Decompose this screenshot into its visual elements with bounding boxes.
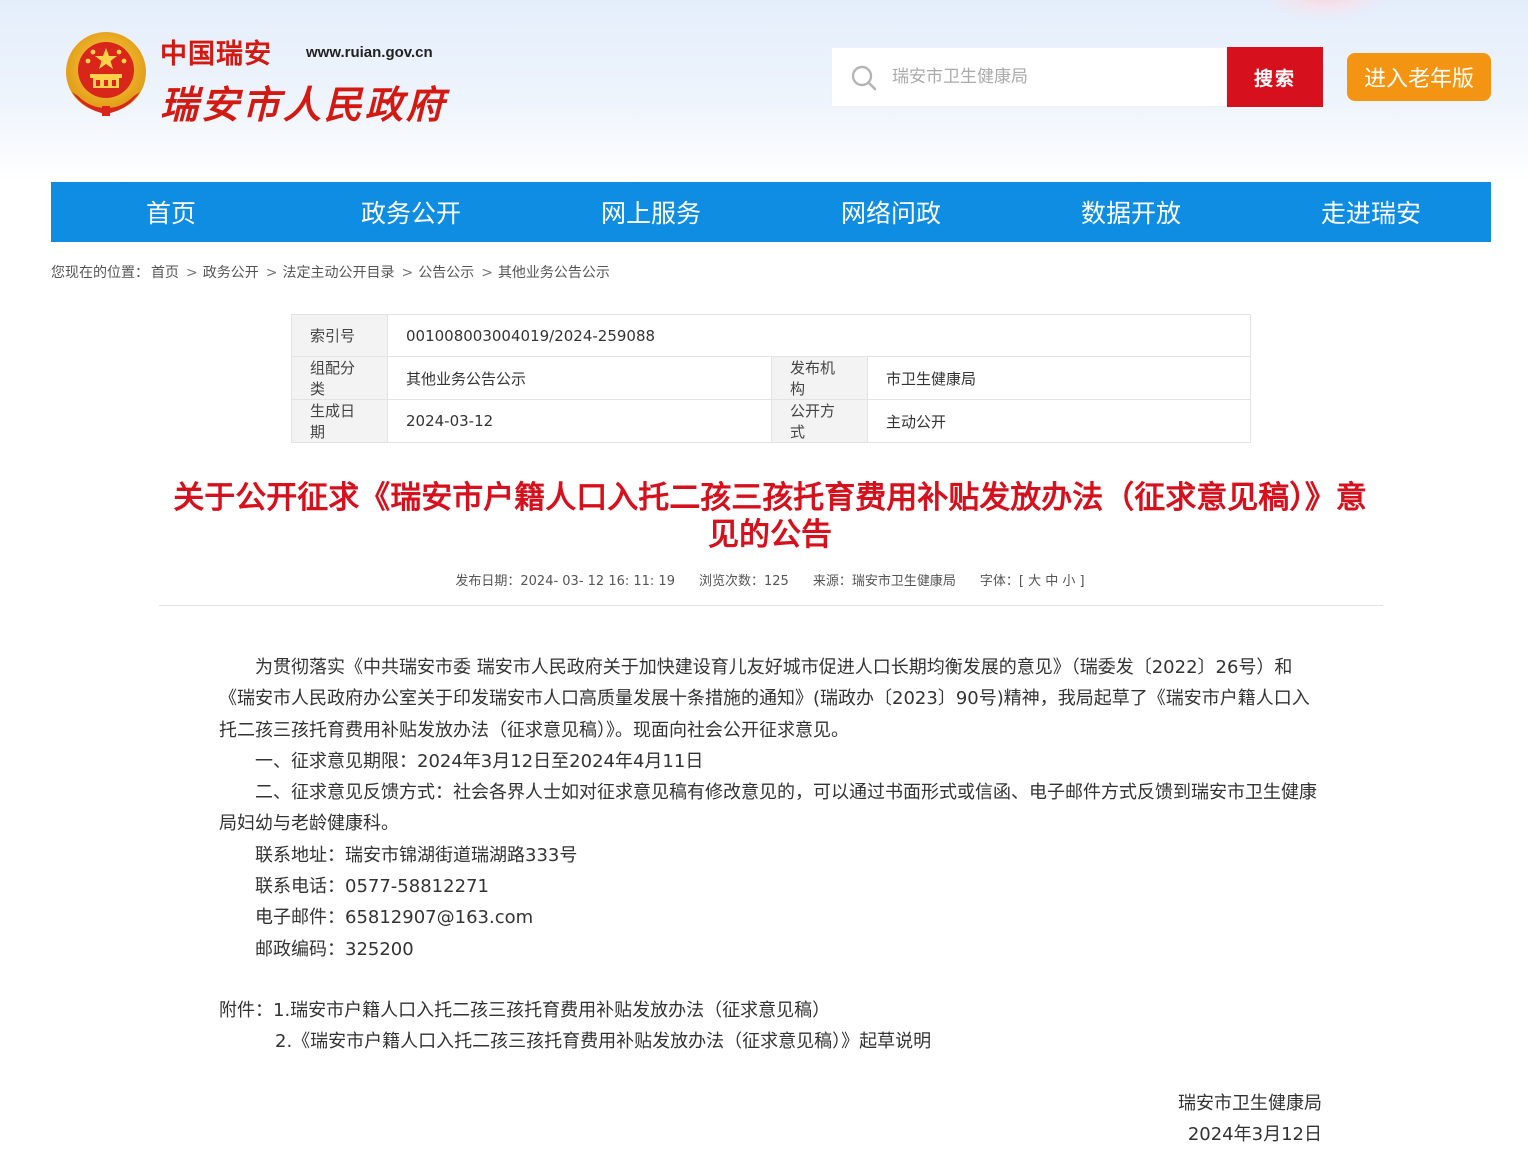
- font-size-bracket: ]: [1079, 574, 1085, 589]
- main-nav: 首页 政务公开 网上服务 网络问政 数据开放 走进瑞安: [51, 182, 1491, 242]
- breadcrumb-link-announcements[interactable]: 公告公示: [418, 265, 474, 281]
- body-paragraph: 一、征求意见期限：2024年3月12日至2024年4月11日: [255, 750, 704, 772]
- publish-date-value: 2024- 03- 12 16: 11: 19: [520, 574, 675, 589]
- table-row: 索引号 001008003004019/2024-259088: [291, 314, 1251, 357]
- breadcrumb-link-home[interactable]: 首页: [151, 265, 179, 281]
- contact-postcode: 邮政编码：325200: [255, 938, 414, 960]
- article-body: 为贯彻落实《中共瑞安市委 瑞安市人民政府关于加快建设育儿友好城市促进人口长期均衡…: [219, 652, 1319, 965]
- divider: [159, 605, 1383, 606]
- contact-phone: 联系电话：0577-58812271: [255, 876, 489, 898]
- mode-label: 公开方式: [771, 399, 868, 443]
- attachment-link-2[interactable]: 2.《瑞安市户籍人口入托二孩三孩托育费用补贴发放办法（征求意见稿）》起草说明: [219, 1026, 931, 1057]
- breadcrumb: 您现在的位置： 首页 > 政务公开 > 法定主动公开目录 > 公告公示 > 其他业务公告公示: [51, 262, 612, 282]
- header-decoration: [1260, 0, 1390, 20]
- contact-address: 联系地址：瑞安市锦湖街道瑞湖路333号: [255, 844, 578, 866]
- national-emblem-icon[interactable]: [62, 30, 150, 120]
- font-size-large-button[interactable]: 大: [1028, 574, 1041, 589]
- category-value: 其他业务公告公示: [387, 356, 772, 400]
- table-row: 生成日期 2024-03-12 公开方式 主动公开: [291, 399, 1251, 443]
- font-size-small-button[interactable]: 小: [1062, 574, 1075, 589]
- source-label: 来源：: [812, 574, 852, 589]
- breadcrumb-separator: >: [401, 265, 414, 281]
- logo-top-text: 中国瑞安: [160, 39, 272, 70]
- date-value: 2024-03-12: [387, 399, 772, 443]
- nav-item-about-ruian[interactable]: 走进瑞安: [1251, 182, 1491, 242]
- breadcrumb-separator: >: [186, 265, 198, 281]
- breadcrumb-link-other-announcements[interactable]: 其他业务公告公示: [498, 265, 610, 281]
- signature-org: 瑞安市卫生健康局: [1178, 1093, 1322, 1114]
- breadcrumb-separator: >: [481, 265, 493, 281]
- article-title: 关于公开征求《瑞安市户籍人口入托二孩三孩托育费用补贴发放办法（征求意见稿）》意见…: [173, 480, 1367, 553]
- font-size-label: 字体：[: [979, 574, 1024, 589]
- search-button[interactable]: 搜索: [1227, 47, 1323, 107]
- article-info-line: 发布日期：2024- 03- 12 16: 11: 19 浏览次数：125 来源：瑞…: [0, 570, 1528, 589]
- breadcrumb-link-government-affairs[interactable]: 政务公开: [203, 265, 259, 281]
- views-label: 浏览次数：: [698, 574, 764, 589]
- attachment-link-1[interactable]: 附件：1.瑞安市户籍人口入托二孩三孩托育费用补贴发放办法（征求意见稿）: [219, 995, 931, 1026]
- logo-url-text: www.ruian.gov.cn: [306, 44, 433, 61]
- date-label: 生成日期: [291, 399, 388, 443]
- document-meta-table: 索引号 001008003004019/2024-259088 组配分类 其他业…: [291, 314, 1251, 443]
- signature-date: 2024年3月12日: [1187, 1124, 1322, 1145]
- index-label: 索引号: [291, 314, 388, 357]
- index-value: 001008003004019/2024-259088: [387, 314, 1251, 357]
- table-row: 组配分类 其他业务公告公示 发布机构 市卫生健康局: [291, 356, 1251, 400]
- publisher-value: 市卫生健康局: [867, 356, 1251, 400]
- body-paragraph: 为贯彻落实《中共瑞安市委 瑞安市人民政府关于加快建设育儿友好城市促进人口长期均衡…: [219, 657, 1310, 741]
- search-box: [831, 47, 1227, 107]
- mode-value: 主动公开: [867, 399, 1251, 443]
- views-value: 125: [764, 574, 789, 589]
- breadcrumb-separator: >: [265, 265, 278, 281]
- category-label: 组配分类: [291, 356, 388, 400]
- font-size-medium-button[interactable]: 中: [1045, 574, 1058, 589]
- source-value: 瑞安市卫生健康局: [851, 574, 956, 589]
- nav-item-open-data[interactable]: 数据开放: [1011, 182, 1251, 242]
- signature: 瑞安市卫生健康局 2024年3月12日: [1060, 1088, 1322, 1150]
- publish-date-label: 发布日期：: [455, 574, 521, 589]
- search-icon: [851, 65, 877, 91]
- site-logo-title[interactable]: 瑞安市人民政府: [160, 74, 447, 129]
- attachments: 附件：1.瑞安市户籍人口入托二孩三孩托育费用补贴发放办法（征求意见稿） 2.《瑞…: [219, 995, 931, 1057]
- publisher-label: 发布机构: [771, 356, 868, 400]
- breadcrumb-link-catalog[interactable]: 法定主动公开目录: [282, 265, 394, 281]
- nav-item-online-services[interactable]: 网上服务: [531, 182, 771, 242]
- nav-item-home[interactable]: 首页: [51, 182, 291, 242]
- body-paragraph: 二、征求意见反馈方式：社会各界人士如对征求意见稿有修改意见的，可以通过书面形式或…: [219, 782, 1317, 835]
- contact-email: 电子邮件：65812907@163.com: [255, 907, 534, 929]
- nav-item-government-affairs[interactable]: 政务公开: [291, 182, 531, 242]
- breadcrumb-prefix: 您现在的位置：: [51, 265, 149, 281]
- elder-mode-button[interactable]: 进入老年版: [1347, 53, 1491, 101]
- search-input[interactable]: [892, 48, 1222, 106]
- nav-item-online-inquiry[interactable]: 网络问政: [771, 182, 1011, 242]
